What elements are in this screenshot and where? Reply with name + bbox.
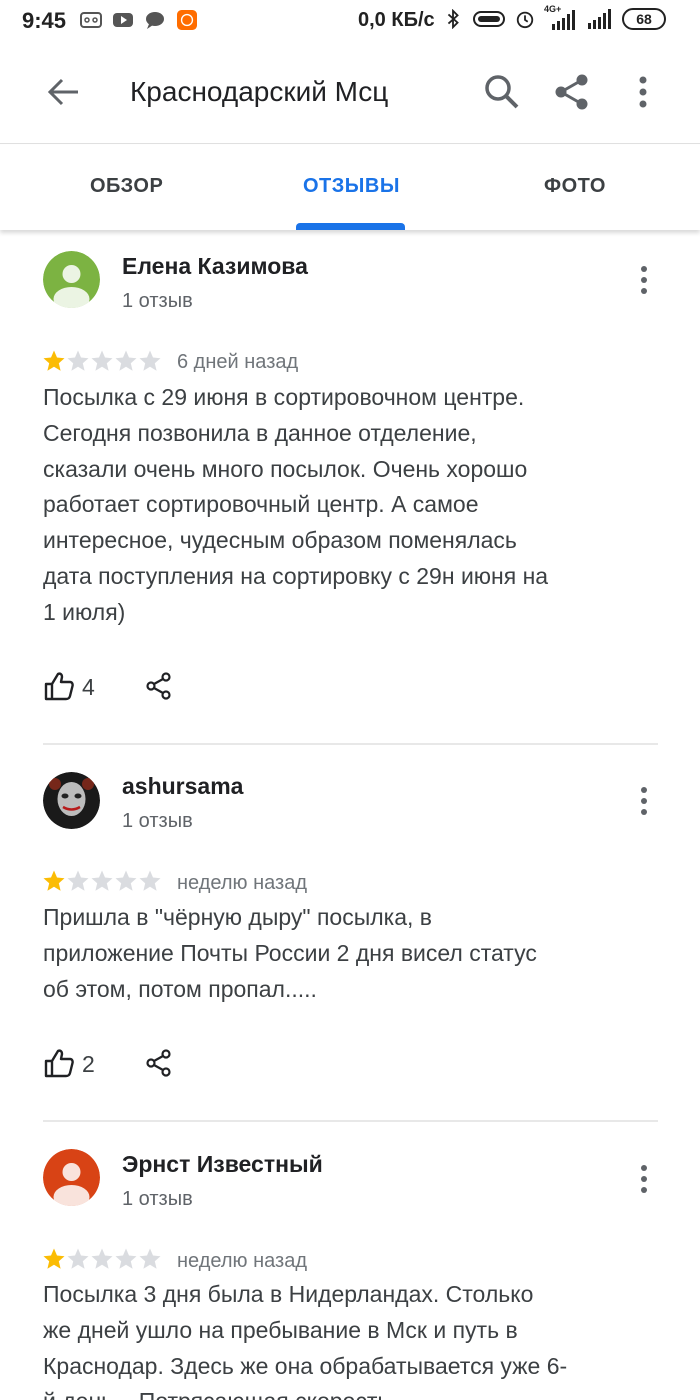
- network-speed: 0,0 КБ/с: [358, 9, 435, 31]
- star-filled-icon: [43, 870, 65, 891]
- like-count: 4: [82, 674, 95, 700]
- avatar[interactable]: [43, 772, 100, 829]
- more-vert-icon[interactable]: [636, 1164, 652, 1194]
- star-rating: [42, 349, 162, 373]
- battery-icon: 68: [622, 8, 666, 30]
- status-time: 9:45: [22, 8, 67, 33]
- review-author[interactable]: Елена Казимова: [122, 253, 308, 280]
- review-text-line: дата поступления на сортировку с 29н июн…: [43, 562, 549, 589]
- review-text-line: 1 июля): [43, 598, 126, 625]
- review-text-line: Посылка 3 дня была в Нидерландах. Стольк…: [43, 1281, 534, 1307]
- review-text: Пришла в "чёрную дыру" посылка, в прилож…: [43, 900, 643, 1007]
- vibrate-icon: [473, 11, 505, 27]
- star-empty-icon: [115, 1248, 137, 1269]
- tab-reviews[interactable]: ОТЗЫВЫ: [303, 175, 400, 198]
- app-bar: Краснодарский Мсц: [0, 44, 700, 144]
- bluetooth-icon: [447, 9, 459, 29]
- chat-icon: [146, 12, 164, 29]
- avatar[interactable]: [43, 251, 100, 308]
- thumbs-up-icon[interactable]: [44, 671, 74, 701]
- voicemail-icon: [80, 12, 102, 28]
- review-text-line: работает сортировочный центр. А самое: [43, 491, 479, 518]
- review-text-line: приложение Почты России 2 дня висел стат…: [43, 939, 537, 966]
- signal-icon: [588, 9, 611, 29]
- review-text-line: Пришла в "чёрную дыру" посылка, в: [43, 904, 433, 930]
- star-empty-icon: [91, 350, 113, 371]
- review-text: Посылка с 29 июня в сортировочном центре…: [43, 380, 643, 631]
- youtube-icon: [113, 13, 133, 27]
- review-author-count: 1 отзыв: [122, 1188, 193, 1210]
- star-rating: [42, 869, 162, 893]
- star-empty-icon: [91, 1248, 113, 1269]
- star-filled-icon: [43, 350, 65, 371]
- tab-indicator: [296, 223, 405, 230]
- divider: [43, 1120, 658, 1122]
- share-icon[interactable]: [146, 1049, 172, 1077]
- share-icon[interactable]: [146, 672, 172, 700]
- divider: [43, 743, 658, 745]
- star-empty-icon: [67, 870, 89, 891]
- tab-photos[interactable]: ФОТО: [544, 175, 606, 198]
- review-author-count: 1 отзыв: [122, 810, 193, 832]
- review-author[interactable]: ashursama: [122, 773, 243, 800]
- share-icon[interactable]: [550, 70, 594, 114]
- star-filled-icon: [43, 1248, 65, 1269]
- system-icons: 4G+ 68: [442, 4, 666, 30]
- review-date: неделю назад: [177, 1250, 307, 1272]
- star-rating: [42, 1247, 162, 1271]
- like-count: 2: [82, 1051, 95, 1077]
- star-empty-icon: [139, 870, 161, 891]
- status-bar: 9:45 0,0 КБ/с 4G+ 68: [0, 0, 700, 44]
- back-arrow-icon[interactable]: [42, 70, 86, 114]
- more-vert-icon[interactable]: [636, 265, 652, 295]
- star-empty-icon: [115, 870, 137, 891]
- review-text: Посылка 3 дня была в Нидерландах. Стольк…: [43, 1277, 643, 1400]
- thumbs-up-icon[interactable]: [44, 1048, 74, 1078]
- tab-overview[interactable]: ОБЗОР: [90, 175, 163, 198]
- star-empty-icon: [91, 870, 113, 891]
- star-empty-icon: [139, 1248, 161, 1269]
- notification-icons: [80, 10, 198, 30]
- review-author[interactable]: Эрнст Известный: [122, 1151, 323, 1178]
- signal-4g: 4G+: [544, 4, 578, 30]
- review-text-line: об этом, потом пропал.....: [43, 975, 317, 1002]
- star-empty-icon: [115, 350, 137, 371]
- review-text-line: й день... Потрясающая скорость: [43, 1384, 643, 1400]
- alarm-icon: [516, 11, 534, 29]
- review-date: неделю назад: [177, 872, 307, 894]
- star-empty-icon: [67, 350, 89, 371]
- avatar[interactable]: [43, 1149, 100, 1206]
- review-text-line: же дней ушло на пребывание в Мск и путь …: [43, 1316, 518, 1343]
- review-date: 6 дней назад: [177, 351, 299, 373]
- star-empty-icon: [139, 350, 161, 371]
- review-text-line: Сегодня позвонила в данное отделение,: [43, 419, 477, 446]
- tab-bar: ОБЗОР ОТЗЫВЫ ФОТО: [0, 145, 700, 230]
- search-icon[interactable]: [480, 70, 524, 114]
- more-vert-icon[interactable]: [628, 70, 658, 114]
- page-title: Краснодарский Мсц: [130, 76, 389, 107]
- more-vert-icon[interactable]: [636, 786, 652, 816]
- star-empty-icon: [67, 1248, 89, 1269]
- signal-icon: [552, 10, 575, 30]
- review-text-line: интересное, чудесным образом поменялась: [43, 527, 517, 554]
- review-text-line: Посылка с 29 июня в сортировочном центре…: [43, 384, 525, 410]
- review-text-line: сказали очень много посылок. Очень хорош…: [43, 455, 528, 482]
- app-icon: [177, 10, 197, 30]
- review-author-count: 1 отзыв: [122, 290, 193, 312]
- review-text-line: Краснодар. Здесь же она обрабатывается у…: [43, 1352, 568, 1379]
